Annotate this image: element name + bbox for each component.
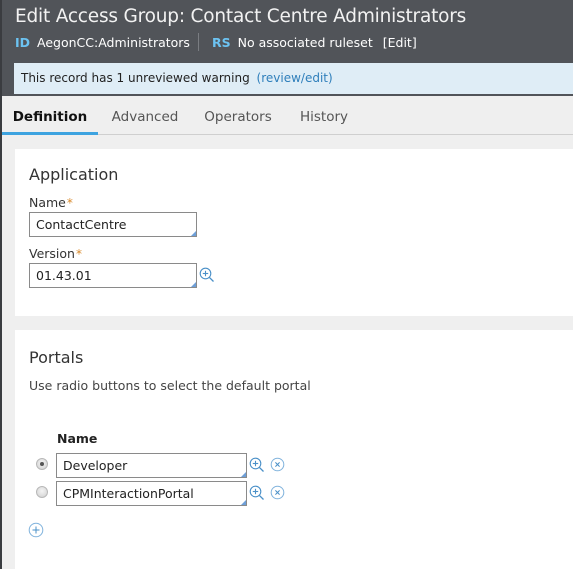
version-label: Version* <box>29 246 82 261</box>
default-portal-radio[interactable] <box>36 458 48 470</box>
remove-row-icon[interactable] <box>270 485 285 500</box>
portals-section: Portals Use radio buttons to select the … <box>15 330 573 569</box>
required-icon: * <box>75 247 82 261</box>
default-portal-radio[interactable] <box>36 486 48 498</box>
warning-banner: This record has 1 unreviewed warning (re… <box>14 63 573 94</box>
review-edit-link[interactable]: (review/edit) <box>257 71 333 85</box>
edit-ruleset-link[interactable]: [Edit] <box>383 35 417 50</box>
zoom-in-icon[interactable] <box>249 485 265 501</box>
application-heading: Application <box>29 165 119 184</box>
left-edge <box>0 0 2 569</box>
application-version-input[interactable]: 01.43.01 <box>29 263 197 288</box>
remove-row-icon[interactable] <box>270 457 285 472</box>
portals-description: Use radio buttons to select the default … <box>29 378 311 393</box>
tab-advanced[interactable]: Advanced <box>106 104 184 135</box>
rs-value: No associated ruleset <box>237 34 373 50</box>
name-label-text: Name <box>29 195 66 210</box>
tab-history[interactable]: History <box>294 104 354 135</box>
required-icon: * <box>66 196 73 210</box>
application-section: Application Name* ContactCentre Version*… <box>15 149 573 316</box>
portal-name-input[interactable]: Developer <box>56 453 247 478</box>
portal-name-column-header: Name <box>57 431 98 446</box>
meta-divider <box>197 33 199 51</box>
tab-definition[interactable]: Definition <box>2 104 98 135</box>
record-header: Edit Access Group: Contact Centre Admini… <box>0 0 573 96</box>
id-value: AegonCC:Administrators <box>37 34 190 50</box>
name-label: Name* <box>29 195 73 210</box>
version-label-text: Version <box>29 246 75 261</box>
application-name-input[interactable]: ContactCentre <box>29 212 197 237</box>
tab-operators[interactable]: Operators <box>198 104 278 135</box>
zoom-in-icon[interactable] <box>249 457 265 473</box>
rs-tag: RS <box>211 34 231 50</box>
zoom-in-icon[interactable] <box>199 267 215 283</box>
warning-text: This record has 1 unreviewed warning <box>21 71 254 85</box>
tab-bar: Definition Advanced Operators History <box>2 104 573 135</box>
id-tag: ID <box>15 34 31 50</box>
portal-name-input[interactable]: CPMInteractionPortal <box>56 481 247 506</box>
portals-heading: Portals <box>29 348 84 367</box>
add-row-icon[interactable] <box>28 522 44 538</box>
page-title: Edit Access Group: Contact Centre Admini… <box>15 6 467 27</box>
record-meta: ID AegonCC:Administrators RS No associat… <box>15 33 417 51</box>
